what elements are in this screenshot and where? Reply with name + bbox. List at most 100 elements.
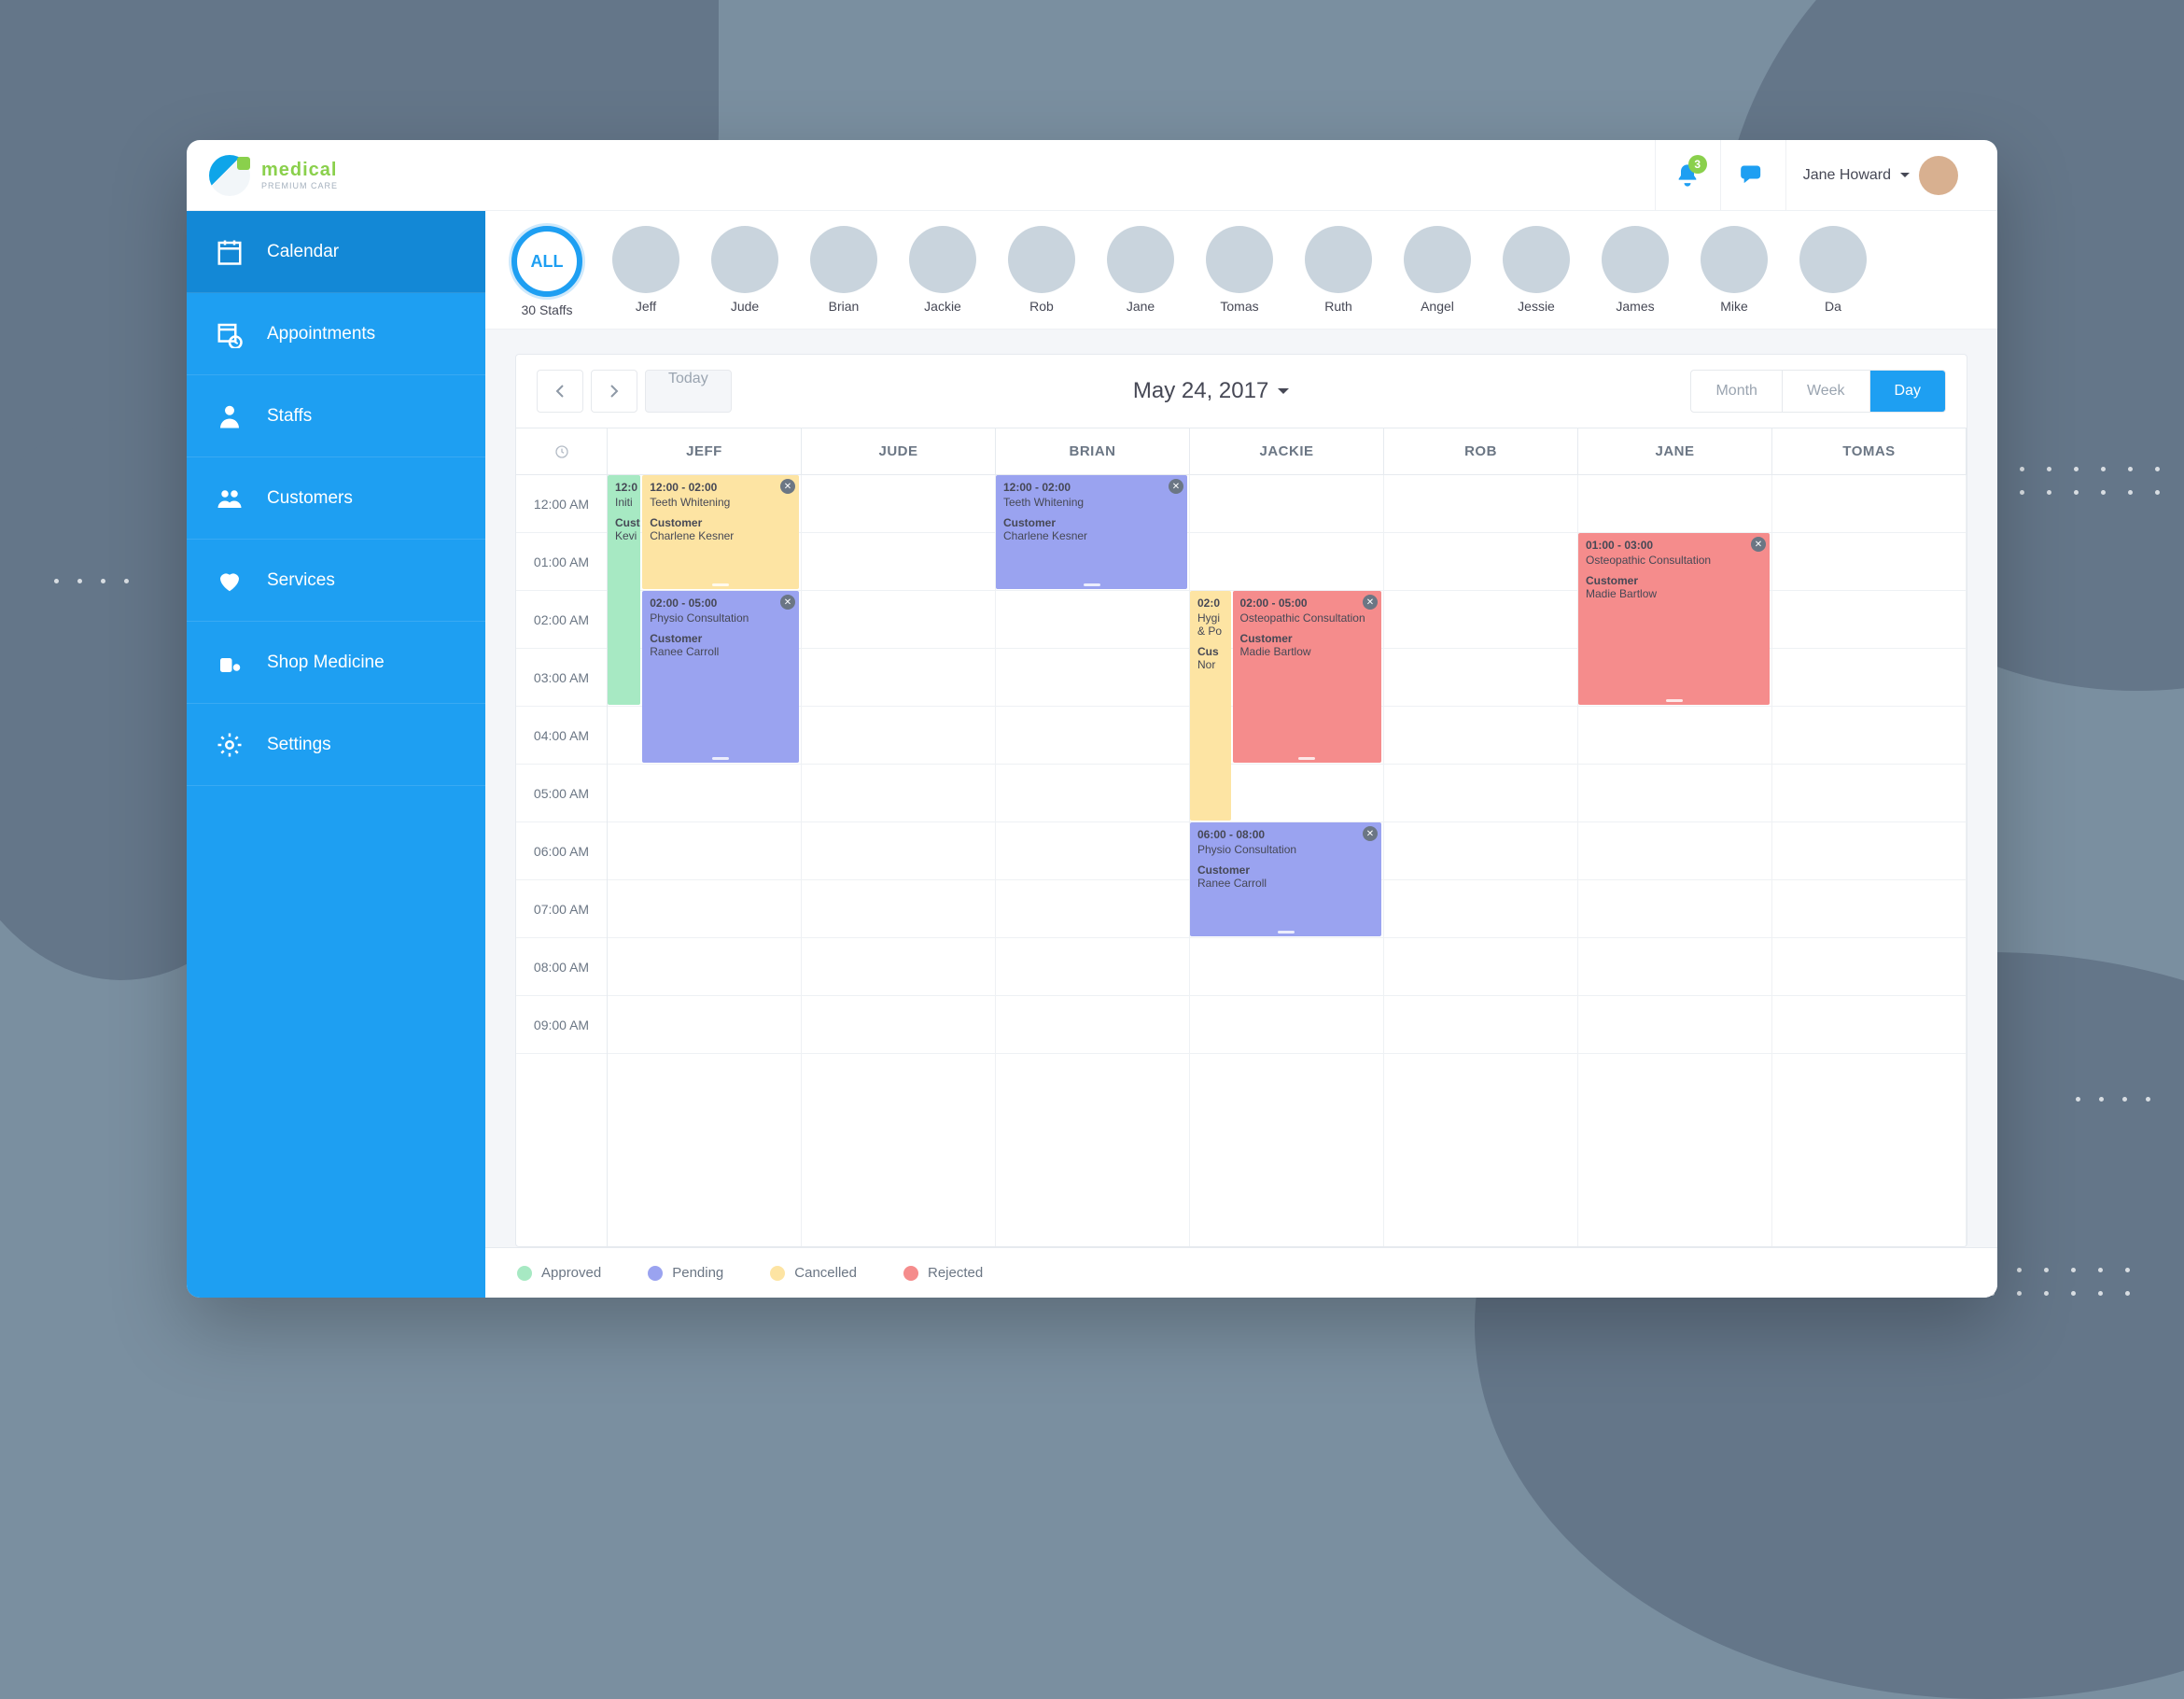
resize-handle[interactable] xyxy=(712,757,729,760)
time-slot[interactable] xyxy=(608,996,801,1054)
prev-button[interactable] xyxy=(537,370,583,413)
sidebar-item-customers[interactable]: Customers xyxy=(187,457,485,540)
time-slot[interactable] xyxy=(802,649,995,707)
user-menu[interactable]: Jane Howard xyxy=(1785,140,1975,210)
staff-filter-rob[interactable]: Rob xyxy=(1001,226,1083,314)
appointment[interactable]: ✕12:00 - 02:00Teeth WhiteningCustomerCha… xyxy=(642,475,799,589)
time-slot[interactable] xyxy=(1190,996,1383,1054)
time-slot[interactable] xyxy=(802,591,995,649)
appointment[interactable]: 12:0InitiCustKevi xyxy=(608,475,640,705)
today-button[interactable]: Today xyxy=(645,370,732,413)
close-icon[interactable]: ✕ xyxy=(780,595,795,610)
close-icon[interactable]: ✕ xyxy=(1751,537,1766,552)
appointment[interactable]: ✕02:00 - 05:00Osteopathic ConsultationCu… xyxy=(1233,591,1381,763)
time-slot[interactable] xyxy=(1772,707,1966,765)
messages-button[interactable] xyxy=(1720,140,1785,210)
sidebar-item-appointments[interactable]: Appointments xyxy=(187,293,485,375)
time-slot[interactable] xyxy=(1578,938,1771,996)
time-slot[interactable] xyxy=(1772,822,1966,880)
notifications-button[interactable]: 3 xyxy=(1655,140,1720,210)
time-slot[interactable] xyxy=(1190,938,1383,996)
time-slot[interactable] xyxy=(1384,475,1577,533)
time-slot[interactable] xyxy=(1578,880,1771,938)
appointment[interactable]: ✕06:00 - 08:00Physio ConsultationCustome… xyxy=(1190,822,1381,936)
close-icon[interactable]: ✕ xyxy=(1363,826,1378,841)
time-slot[interactable] xyxy=(1384,822,1577,880)
staff-filter-all[interactable]: ALL30 Staffs xyxy=(506,226,588,317)
time-slot[interactable] xyxy=(1384,649,1577,707)
time-slot[interactable] xyxy=(996,649,1189,707)
time-slot[interactable] xyxy=(1772,533,1966,591)
time-slot[interactable] xyxy=(802,707,995,765)
sidebar-item-shop-medicine[interactable]: Shop Medicine xyxy=(187,622,485,704)
time-slot[interactable] xyxy=(802,996,995,1054)
time-slot[interactable] xyxy=(802,475,995,533)
staff-filter-ruth[interactable]: Ruth xyxy=(1297,226,1379,314)
time-slot[interactable] xyxy=(1578,765,1771,822)
time-slot[interactable] xyxy=(1578,822,1771,880)
time-slot[interactable] xyxy=(1384,880,1577,938)
time-slot[interactable] xyxy=(802,765,995,822)
time-slot[interactable] xyxy=(996,591,1189,649)
time-slot[interactable] xyxy=(1190,475,1383,533)
staff-filter-brian[interactable]: Brian xyxy=(803,226,885,314)
view-month[interactable]: Month xyxy=(1691,371,1781,412)
appointment[interactable]: ✕02:00 - 05:00Physio ConsultationCustome… xyxy=(642,591,799,763)
staff-filter-james[interactable]: James xyxy=(1594,226,1676,314)
resize-handle[interactable] xyxy=(1084,583,1100,586)
time-slot[interactable] xyxy=(1384,591,1577,649)
time-slot[interactable] xyxy=(1772,996,1966,1054)
resize-handle[interactable] xyxy=(1666,699,1683,702)
time-slot[interactable] xyxy=(608,880,801,938)
close-icon[interactable]: ✕ xyxy=(1169,479,1183,494)
time-slot[interactable] xyxy=(1578,475,1771,533)
time-slot[interactable] xyxy=(996,707,1189,765)
close-icon[interactable]: ✕ xyxy=(1363,595,1378,610)
resize-handle[interactable] xyxy=(712,583,729,586)
resize-handle[interactable] xyxy=(1278,931,1295,934)
next-button[interactable] xyxy=(591,370,637,413)
staff-filter-jude[interactable]: Jude xyxy=(704,226,786,314)
appointment[interactable]: 02:0Hygi & PoCusNor xyxy=(1190,591,1231,821)
time-slot[interactable] xyxy=(1578,996,1771,1054)
time-slot[interactable] xyxy=(1384,533,1577,591)
time-slot[interactable] xyxy=(802,880,995,938)
resize-handle[interactable] xyxy=(1298,757,1315,760)
time-slot[interactable] xyxy=(1772,475,1966,533)
appointment[interactable]: ✕01:00 - 03:00Osteopathic ConsultationCu… xyxy=(1578,533,1770,705)
staff-filter-jessie[interactable]: Jessie xyxy=(1495,226,1577,314)
time-slot[interactable] xyxy=(802,938,995,996)
sidebar-item-settings[interactable]: Settings xyxy=(187,704,485,786)
time-slot[interactable] xyxy=(996,938,1189,996)
staff-filter-tomas[interactable]: Tomas xyxy=(1198,226,1281,314)
time-slot[interactable] xyxy=(996,765,1189,822)
time-slot[interactable] xyxy=(1772,591,1966,649)
date-picker[interactable]: May 24, 2017 xyxy=(732,378,1691,404)
time-slot[interactable] xyxy=(1772,880,1966,938)
time-slot[interactable] xyxy=(1384,765,1577,822)
close-icon[interactable]: ✕ xyxy=(780,479,795,494)
time-slot[interactable] xyxy=(1772,765,1966,822)
time-slot[interactable] xyxy=(1190,533,1383,591)
sidebar-item-staffs[interactable]: Staffs xyxy=(187,375,485,457)
staff-filter-jeff[interactable]: Jeff xyxy=(605,226,687,314)
time-slot[interactable] xyxy=(802,533,995,591)
time-slot[interactable] xyxy=(1384,707,1577,765)
staff-filter-mike[interactable]: Mike xyxy=(1693,226,1775,314)
time-slot[interactable] xyxy=(1384,938,1577,996)
staff-filter-da[interactable]: Da xyxy=(1792,226,1874,314)
time-slot[interactable] xyxy=(608,822,801,880)
time-slot[interactable] xyxy=(1772,649,1966,707)
sidebar-item-calendar[interactable]: Calendar xyxy=(187,211,485,293)
logo[interactable]: medical PREMIUM CARE xyxy=(209,155,338,196)
time-slot[interactable] xyxy=(996,996,1189,1054)
sidebar-item-services[interactable]: Services xyxy=(187,540,485,622)
time-slot[interactable] xyxy=(608,938,801,996)
time-slot[interactable] xyxy=(996,880,1189,938)
time-slot[interactable] xyxy=(996,822,1189,880)
view-day[interactable]: Day xyxy=(1869,371,1945,412)
time-slot[interactable] xyxy=(608,765,801,822)
staff-filter-angel[interactable]: Angel xyxy=(1396,226,1478,314)
staff-filter-jackie[interactable]: Jackie xyxy=(902,226,984,314)
time-slot[interactable] xyxy=(802,822,995,880)
